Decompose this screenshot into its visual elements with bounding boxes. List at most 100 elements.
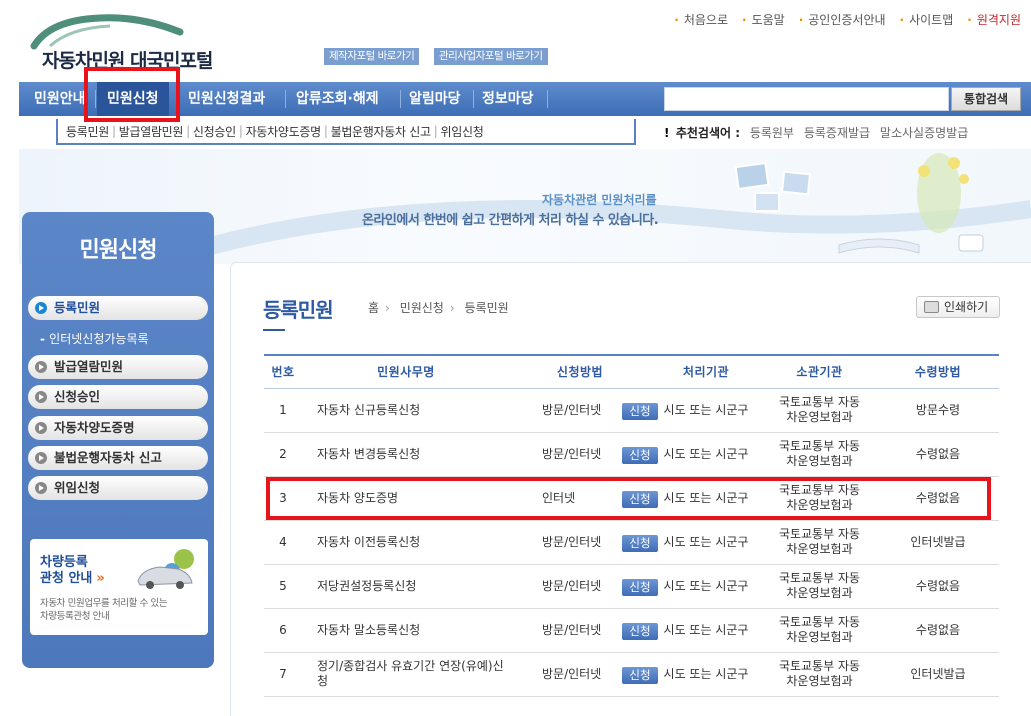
cell-method: 방문/인터넷 신청 xyxy=(510,520,658,565)
title-underline xyxy=(263,329,285,331)
subnav-item-registration[interactable]: 등록민원 xyxy=(66,123,109,140)
sidebar-item-label: 자동차양도증명 xyxy=(54,420,135,435)
sidebar-item-illegal-report[interactable]: 불법운행자동차 신고 xyxy=(28,446,208,470)
cell-name[interactable]: 저당권설정등록신청 xyxy=(302,564,510,609)
office-line: 국토교통부 자동 xyxy=(778,571,861,585)
col-header-office: 소관기관 xyxy=(762,354,877,389)
apply-button[interactable]: 신청 xyxy=(622,578,658,596)
cell-name[interactable]: 자동차 신규등록신청 xyxy=(302,388,510,433)
util-cert-link[interactable]: 공인인증서안내 xyxy=(799,11,885,28)
keyword-link[interactable]: 등록증재발급 xyxy=(804,126,870,140)
breadcrumb-current: 등록민원 xyxy=(464,301,509,315)
cell-method: 방문/인터넷 신청 xyxy=(510,388,658,433)
cell-org: 시도 또는 시군구 xyxy=(650,388,762,433)
apply-button[interactable]: 신청 xyxy=(622,622,658,640)
highlight-row-transfer-cert xyxy=(266,477,991,520)
subnav-item-delegation[interactable]: 위임신청 xyxy=(441,123,484,140)
subnav-item-approval[interactable]: 신청승인 xyxy=(193,123,236,140)
sidebar-item-label: 위임신청 xyxy=(54,480,101,495)
cell-org: 시도 또는 시군구 xyxy=(650,652,762,697)
sub-nav: 등록민원 | 발급열람민원 | 신청승인 | 자동차양도증명 | 불법운행자동차 신고 |… xyxy=(56,119,636,145)
method-text: 방문/인터넷 xyxy=(542,666,602,681)
recommended-keywords: ! 추천검색어 : 등록원부 등록증재발급 말소사실증명발급 xyxy=(664,124,968,141)
cell-method: 방문/인터넷 신청 xyxy=(510,564,658,609)
table-row: 7 정기/종합검사 유효기간 연장(유예)신청 방문/인터넷 신청 시도 또는 시군구 국… xyxy=(264,652,999,697)
site-logo[interactable]: 자동차민원 대국민포털 xyxy=(30,12,230,72)
subnav-divider: | xyxy=(323,124,328,138)
double-arrow-icon: » xyxy=(96,571,105,586)
table-row: 5 저당권설정등록신청 방문/인터넷 신청 시도 또는 시군구 국토교통부 자동 차운영보험… xyxy=(264,564,999,609)
cell-office: 국토교통부 자동 차운영보험과 xyxy=(762,608,877,653)
apply-button[interactable]: 신청 xyxy=(622,402,658,420)
cell-name[interactable]: 자동차 말소등록신청 xyxy=(302,608,510,653)
sidebar-item-approval[interactable]: 신청승인 xyxy=(28,385,208,409)
office-line: 차운영보험과 xyxy=(786,410,853,424)
subnav-divider: | xyxy=(186,124,190,138)
table-row: 4 자동차 이전등록신청 방문/인터넷 신청 시도 또는 시군구 국토교통부 자동 차운영보… xyxy=(264,520,999,565)
cell-receive: 수령없음 xyxy=(877,608,999,653)
apply-button[interactable]: 신청 xyxy=(622,446,658,464)
promo-description: 자동차 민원업무를 처리할 수 있는 xyxy=(40,598,168,609)
sidebar-item-issue[interactable]: 발급열람민원 xyxy=(28,355,208,379)
office-line: 차운영보험과 xyxy=(786,674,853,688)
cell-method: 방문/인터넷 신청 xyxy=(510,608,658,653)
col-header-org: 처리기관 xyxy=(650,354,762,389)
cell-name[interactable]: 자동차 변경등록신청 xyxy=(302,432,510,477)
sidebar-item-delegation[interactable]: 위임신청 xyxy=(28,476,208,500)
apply-button[interactable]: 신청 xyxy=(622,534,658,552)
nav-divider xyxy=(473,90,474,108)
keyword-link[interactable]: 말소사실증명발급 xyxy=(880,126,968,140)
breadcrumb-apply[interactable]: 민원신청 xyxy=(400,301,444,315)
util-sitemap-link[interactable]: 사이트맵 xyxy=(900,11,953,28)
promo-description: 차량등록관청 안내 xyxy=(40,611,110,622)
breadcrumb-chevron-icon: › xyxy=(385,301,390,315)
subnav-item-transfer-cert[interactable]: 자동차양도증명 xyxy=(246,123,321,140)
manager-portal-link[interactable]: 관리사업자포털 바로가기 xyxy=(434,48,548,65)
nav-divider xyxy=(285,90,286,108)
print-button[interactable]: 인쇄하기 xyxy=(916,296,1000,318)
office-line: 국토교통부 자동 xyxy=(778,527,861,541)
apply-button[interactable]: 신청 xyxy=(622,666,658,684)
sidebar-subitem-internet-list[interactable]: 인터넷신청가능목록 xyxy=(40,330,148,347)
nav-item-info[interactable]: 정보마당 xyxy=(482,82,534,116)
maker-portal-link[interactable]: 제작자포털 바로가기 xyxy=(324,48,420,65)
util-home-link[interactable]: 처음으로 xyxy=(674,11,728,28)
cell-name[interactable]: 정기/종합검사 유효기간 연장(유예)신청 xyxy=(302,652,510,697)
nav-item-notice[interactable]: 알림마당 xyxy=(409,82,461,116)
cell-no: 5 xyxy=(264,564,302,609)
cell-org: 시도 또는 시군구 xyxy=(650,520,762,565)
nav-item-result[interactable]: 민원신청결과 xyxy=(188,82,265,116)
method-text: 방문/인터넷 xyxy=(542,446,602,461)
nav-item-seizure[interactable]: 압류조회·해제 xyxy=(296,82,379,116)
sidebar-item-transfer-cert[interactable]: 자동차양도증명 xyxy=(28,416,208,440)
cell-receive: 인터넷발급 xyxy=(877,520,999,565)
util-remote-support-link[interactable]: 원격지원 xyxy=(967,11,1021,28)
cell-name[interactable]: 자동차 이전등록신청 xyxy=(302,520,510,565)
office-line: 차운영보험과 xyxy=(786,586,853,600)
nav-item-guide[interactable]: 민원안내 xyxy=(34,82,86,116)
office-line: 차운영보험과 xyxy=(786,454,853,468)
cell-method: 방문/인터넷 신청 xyxy=(510,432,658,477)
search-button[interactable]: 통합검색 xyxy=(951,87,1021,111)
sidebar-item-label: 발급열람민원 xyxy=(54,359,124,374)
breadcrumb-home[interactable]: 홈 xyxy=(368,301,379,315)
col-header-method: 신청방법 xyxy=(510,354,650,389)
col-header-receive: 수령방법 xyxy=(877,354,999,389)
sidebar-item-registration[interactable]: 등록민원 xyxy=(28,296,208,320)
search-input[interactable] xyxy=(664,87,949,111)
office-line: 차운영보험과 xyxy=(786,630,853,644)
cell-office: 국토교통부 자동 차운영보험과 xyxy=(762,388,877,433)
promo-title: 관청 안내» xyxy=(40,567,105,586)
recommend-label: 추천검색어 : xyxy=(675,126,741,140)
keyword-link[interactable]: 등록원부 xyxy=(750,126,794,140)
cell-org: 시도 또는 시군구 xyxy=(650,608,762,653)
registration-office-promo[interactable]: 차량등록 관청 안내» 자동차 민원업무를 처리할 수 있는 차량등록관청 안내 xyxy=(30,539,208,635)
page: 자동차민원 대국민포털 제작자포털 바로가기 관리사업자포털 바로가기 처음으로… xyxy=(0,0,1031,716)
subnav-divider: | xyxy=(111,124,116,138)
method-text: 방문/인터넷 xyxy=(542,402,602,417)
cell-office: 국토교통부 자동 차운영보험과 xyxy=(762,520,877,565)
subnav-item-illegal-report[interactable]: 불법운행자동차 신고 xyxy=(331,123,431,140)
subnav-item-issue[interactable]: 발급열람민원 xyxy=(119,123,184,140)
table-row: 1 자동차 신규등록신청 방문/인터넷 신청 시도 또는 시군구 국토교통부 자동 차운영보… xyxy=(264,388,999,433)
util-help-link[interactable]: 도움말 xyxy=(742,11,785,28)
